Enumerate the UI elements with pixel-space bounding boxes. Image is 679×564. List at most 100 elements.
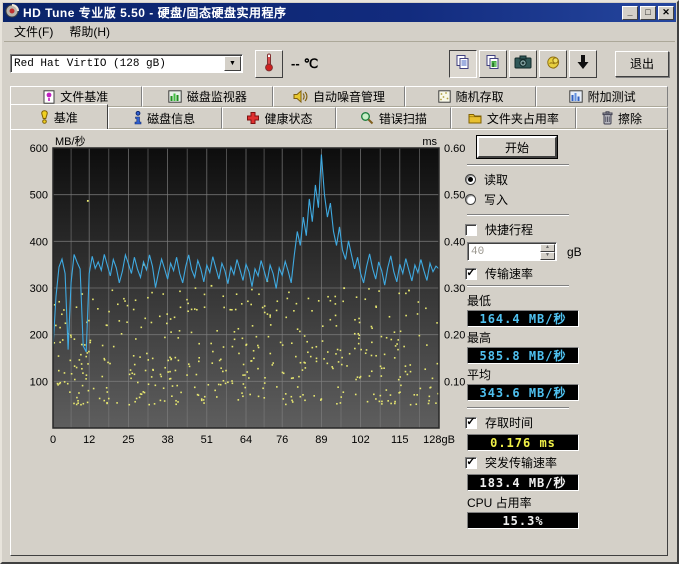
minimize-button[interactable]: _ <box>622 6 638 20</box>
donate-button[interactable] <box>539 50 567 78</box>
short-stroke-checkbox[interactable]: 快捷行程 <box>465 221 661 238</box>
titlebar: HD Tune 专业版 5.50 - 硬盘/固态硬盘实用程序 _ □ ✕ <box>3 3 676 22</box>
tab-label: 错误扫描 <box>379 110 427 127</box>
read-radio-label: 读取 <box>484 171 508 188</box>
tab-random-access[interactable]: 随机存取 <box>405 86 537 107</box>
menu-file[interactable]: 文件(F) <box>6 21 61 42</box>
min-speed-display: 164.4 MB/秒 <box>467 310 579 327</box>
tab-label: 磁盘监视器 <box>187 88 247 105</box>
max-speed-display: 585.8 MB/秒 <box>467 347 579 364</box>
svg-text:25: 25 <box>122 434 134 446</box>
svg-text:300: 300 <box>30 283 48 295</box>
svg-text:600: 600 <box>30 143 48 155</box>
benchmark-controls: 开始 读取 写入 快捷行程 40 ▲ ▼ <box>459 134 661 531</box>
separator <box>467 407 569 409</box>
access-time-display: 0.176 ms <box>467 434 579 451</box>
file-benchmark-icon <box>43 90 55 104</box>
app-window: HD Tune 专业版 5.50 - 硬盘/固态硬盘实用程序 _ □ ✕ 文件(… <box>0 0 679 564</box>
radio-unselected-icon <box>465 194 476 205</box>
save-results-button[interactable] <box>569 50 597 78</box>
svg-text:51: 51 <box>201 434 213 446</box>
info-icon <box>134 111 142 125</box>
exit-button-label: 退出 <box>630 55 654 72</box>
short-stroke-unit-label: gB <box>567 245 582 259</box>
screenshot-button[interactable] <box>509 50 537 78</box>
read-radio[interactable]: 读取 <box>465 171 661 188</box>
maximize-button[interactable]: □ <box>640 6 656 20</box>
close-button[interactable]: ✕ <box>658 6 674 20</box>
start-button-label: 开始 <box>505 139 529 156</box>
menu-help[interactable]: 帮助(H) <box>61 21 118 42</box>
burst-rate-label: 突发传输速率 <box>485 454 557 471</box>
svg-text:128gB: 128gB <box>423 434 455 446</box>
benchmark-icon <box>40 110 49 124</box>
burst-rate-checkbox[interactable]: ✓ 突发传输速率 <box>465 454 661 471</box>
checkbox-checked-icon: ✓ <box>465 417 477 429</box>
folder-icon <box>468 112 482 124</box>
camera-icon <box>514 55 532 72</box>
access-time-label: 存取时间 <box>485 414 533 431</box>
app-icon <box>5 4 19 21</box>
disk-monitor-icon <box>168 90 182 103</box>
tab-benchmark[interactable]: 基准 <box>10 104 108 129</box>
tab-label: 擦除 <box>618 110 642 127</box>
checkbox-checked-icon: ✓ <box>465 268 477 280</box>
svg-text:400: 400 <box>30 236 48 248</box>
copy-image-button[interactable] <box>479 50 507 78</box>
spin-down-button[interactable]: ▼ <box>540 252 555 260</box>
trash-icon <box>602 111 613 125</box>
drive-select-value: Red Hat VirtIO (128 gB) <box>11 58 224 70</box>
transfer-rate-label: 传输速率 <box>485 265 533 282</box>
tab-label: 附加测试 <box>588 88 636 105</box>
write-radio[interactable]: 写入 <box>465 191 661 208</box>
svg-text:MB/秒: MB/秒 <box>55 134 86 148</box>
exit-button[interactable]: 退出 <box>615 51 669 77</box>
spin-up-button[interactable]: ▲ <box>540 244 555 252</box>
tab-extra-tests[interactable]: 附加测试 <box>536 86 668 107</box>
tab-row-primary: 基准 磁盘信息 健康状态 错误扫描 文件夹占用率 <box>10 107 668 129</box>
speaker-icon <box>293 90 308 103</box>
transfer-rate-checkbox[interactable]: ✓ 传输速率 <box>465 265 661 282</box>
tab-disk-monitor[interactable]: 磁盘监视器 <box>142 86 274 107</box>
radio-selected-icon <box>465 174 476 185</box>
min-label: 最低 <box>467 292 661 309</box>
tab-aam[interactable]: 自动噪音管理 <box>273 86 405 107</box>
benchmark-panel: MB/秒ms6005004003002001000.600.500.400.30… <box>10 129 668 556</box>
tab-health[interactable]: 健康状态 <box>222 107 336 129</box>
short-stroke-size-input[interactable]: 40 ▲ ▼ <box>467 242 557 261</box>
short-stroke-label: 快捷行程 <box>485 221 533 238</box>
max-label: 最高 <box>467 329 661 346</box>
tab-label: 自动噪音管理 <box>313 88 385 105</box>
temperature-button[interactable] <box>255 50 283 78</box>
svg-text:0: 0 <box>50 434 56 446</box>
magnifier-icon <box>360 111 374 125</box>
download-arrow-icon <box>576 54 590 73</box>
write-radio-label: 写入 <box>484 191 508 208</box>
separator <box>467 285 569 287</box>
start-button[interactable]: 开始 <box>477 136 557 158</box>
tab-erase[interactable]: 擦除 <box>576 107 668 129</box>
access-time-checkbox[interactable]: ✓ 存取时间 <box>465 414 661 431</box>
tab-disk-info[interactable]: 磁盘信息 <box>108 107 222 129</box>
tab-row-secondary: 文件基准 磁盘监视器 自动噪音管理 随机存取 附加测试 <box>10 86 668 107</box>
short-stroke-size-value: 40 <box>468 246 540 258</box>
menubar: 文件(F) 帮助(H) <box>4 22 675 42</box>
drive-select[interactable]: Red Hat VirtIO (128 gB) ▼ <box>10 54 243 73</box>
extra-tests-icon <box>569 90 583 103</box>
tab-label: 文件基准 <box>60 88 108 105</box>
random-access-icon <box>438 90 451 103</box>
tab-error-scan[interactable]: 错误扫描 <box>336 107 450 129</box>
chevron-down-icon[interactable]: ▼ <box>224 56 241 71</box>
cpu-usage-display: 15.3% <box>467 512 579 529</box>
tab-folder-usage[interactable]: 文件夹占用率 <box>451 107 577 129</box>
copy-text-button[interactable] <box>449 50 477 78</box>
checkbox-unchecked-icon <box>465 224 477 236</box>
svg-text:38: 38 <box>161 434 173 446</box>
temperature-unit: ℃ <box>304 56 319 72</box>
donate-hand-icon <box>545 54 562 74</box>
avg-label: 平均 <box>467 366 661 383</box>
temperature-value: -- <box>291 56 300 71</box>
svg-text:12: 12 <box>83 434 95 446</box>
window-title: HD Tune 专业版 5.50 - 硬盘/固态硬盘实用程序 <box>23 4 286 21</box>
svg-text:ms: ms <box>422 136 437 148</box>
